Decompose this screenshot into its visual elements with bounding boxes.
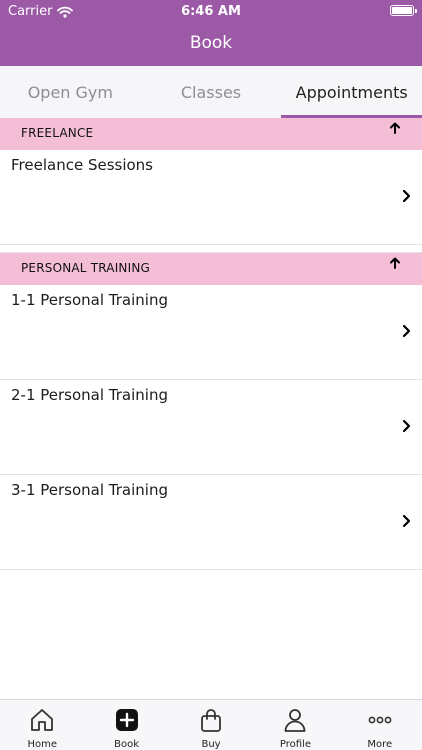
tabbar-book[interactable]: Book [84,700,168,750]
app-header: Carrier 6:46 AM Book [0,0,422,66]
list-item-1-1-personal-training[interactable]: 1-1 Personal Training [0,285,422,380]
tabbar-profile[interactable]: Profile [253,700,337,750]
shopping-bag-icon [201,709,221,732]
status-time: 6:46 AM [181,4,241,19]
section-spacer [0,245,422,253]
chevron-right-icon [402,189,411,203]
collapse-arrow-icon[interactable] [388,121,402,135]
tab-classes[interactable]: Classes [141,66,282,118]
status-bar: Carrier 6:46 AM [0,0,422,22]
tabbar-buy[interactable]: Buy [169,700,253,750]
tabbar-home[interactable]: Home [0,700,84,750]
tabbar-label: Buy [201,739,221,750]
tabbar-more[interactable]: More [338,700,422,750]
list-item-freelance-sessions[interactable]: Freelance Sessions [0,150,422,245]
appointments-list: FREELANCE Freelance Sessions PERSONAL TR… [0,118,422,570]
list-item-label: 2-1 Personal Training [11,386,168,404]
list-item-3-1-personal-training[interactable]: 3-1 Personal Training [0,475,422,570]
bottom-tab-bar: Home Book Buy Profile More [0,699,422,750]
chevron-right-icon [402,514,411,528]
list-item-label: 1-1 Personal Training [11,291,168,309]
segment-tabs: Open Gym Classes Appointments [0,66,422,118]
tabbar-label: Book [114,739,140,750]
tab-open-gym[interactable]: Open Gym [0,66,141,118]
collapse-arrow-icon[interactable] [388,256,402,270]
tabbar-label: Profile [279,739,311,750]
tabbar-label: Home [27,739,57,750]
section-title: FREELANCE [21,126,94,140]
chevron-right-icon [402,419,411,433]
chevron-right-icon [402,324,411,338]
tab-appointments[interactable]: Appointments [281,66,422,118]
list-item-label: 3-1 Personal Training [11,481,168,499]
section-title: PERSONAL TRAINING [21,261,151,275]
list-item-label: Freelance Sessions [11,156,153,174]
home-icon [31,709,54,731]
tabbar-label: More [367,739,393,750]
page-title: Book [189,33,233,53]
person-icon [285,709,306,732]
section-header-freelance[interactable]: FREELANCE [0,118,422,150]
section-header-personal-training[interactable]: PERSONAL TRAINING [0,253,422,285]
battery-icon [390,5,417,16]
ellipsis-icon [368,716,392,724]
plus-square-icon [115,709,138,731]
list-item-2-1-personal-training[interactable]: 2-1 Personal Training [0,380,422,475]
